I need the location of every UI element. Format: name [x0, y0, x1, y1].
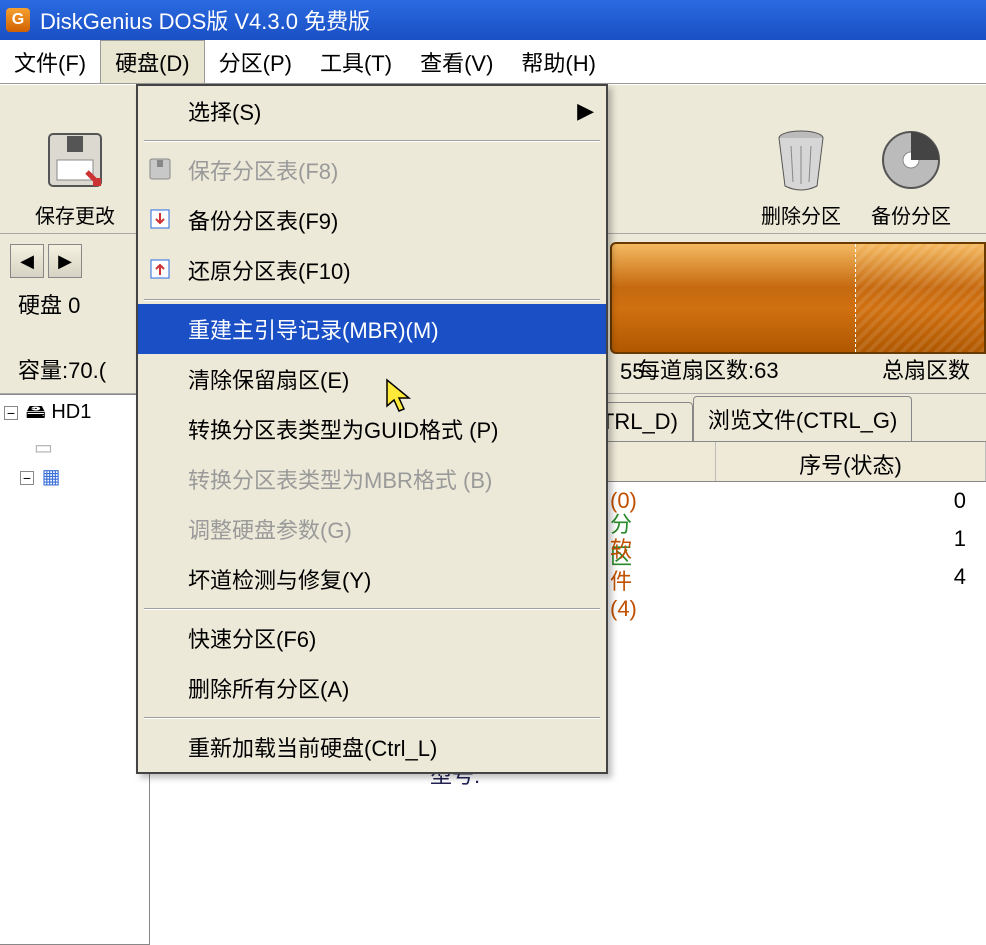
tool-delete-partition[interactable]: 删除分区: [746, 89, 856, 229]
menu-disk[interactable]: 硬盘(D): [100, 40, 205, 83]
menu-rebuild-mbr[interactable]: 重建主引导记录(MBR)(M): [138, 304, 606, 354]
capacity-label: 容量:70.(: [18, 353, 106, 385]
tab-browse-files[interactable]: 浏览文件(CTRL_G): [693, 396, 912, 441]
menu-backup-partition-table[interactable]: 备份分区表(F9): [138, 195, 606, 245]
menu-reload[interactable]: 重新加载当前硬盘(Ctrl_L): [138, 722, 606, 772]
menu-file[interactable]: 文件(F): [0, 40, 100, 83]
menubar: 文件(F) 硬盘(D) 分区(P) 工具(T) 查看(V) 帮助(H): [0, 40, 986, 84]
restore-icon: [148, 257, 174, 283]
menu-select-label: 选择(S): [188, 95, 261, 127]
tool-backup-partition[interactable]: 备份分区: [856, 89, 966, 229]
disk-patterned: [856, 244, 984, 352]
tree-collapse-icon[interactable]: −: [20, 471, 34, 485]
menu-label: 重新加载当前硬盘(Ctrl_L): [188, 731, 437, 763]
tree-collapse-icon[interactable]: −: [4, 406, 18, 420]
disk-menu-dropdown: 选择(S) ▶ 保存分区表(F8) 备份分区表(F9) 还原分区表(F10) 重…: [136, 84, 608, 774]
menu-label: 还原分区表(F10): [188, 254, 351, 286]
menu-separator: [144, 717, 600, 718]
menu-restore-partition-table[interactable]: 还原分区表(F10): [138, 245, 606, 295]
menu-label: 快速分区(F6): [188, 622, 316, 654]
menu-bad-track[interactable]: 坏道检测与修复(Y): [138, 554, 606, 604]
trash-icon: [766, 120, 836, 200]
menu-label: 删除所有分区(A): [188, 672, 349, 704]
app-icon: G: [6, 8, 30, 32]
menu-label: 调整硬盘参数(G): [188, 513, 352, 545]
menu-save-partition-table: 保存分区表(F8): [138, 145, 606, 195]
menu-help[interactable]: 帮助(H): [507, 40, 610, 83]
menu-label: 坏道检测与修复(Y): [188, 563, 371, 595]
menu-quick-partition[interactable]: 快速分区(F6): [138, 613, 606, 663]
tool-save[interactable]: 保存更改: [20, 89, 130, 229]
menu-delete-all[interactable]: 删除所有分区(A): [138, 663, 606, 713]
menu-label: 转换分区表类型为GUID格式 (P): [188, 413, 498, 445]
menu-label: 备份分区表(F9): [188, 204, 338, 236]
tree-child-2[interactable]: − ▦: [0, 462, 149, 491]
menu-select[interactable]: 选择(S) ▶: [138, 86, 606, 136]
menu-separator: [144, 299, 600, 300]
submenu-arrow-icon: ▶: [577, 98, 594, 124]
tree-root-row[interactable]: − 🖴 HD1: [0, 395, 149, 433]
tree-root-label: HD1: [51, 401, 91, 423]
menu-label: 转换分区表类型为MBR格式 (B): [188, 463, 492, 495]
menu-separator: [144, 140, 600, 141]
partition-icon: ▦: [42, 466, 61, 488]
menu-label: 清除保留扇区(E): [188, 363, 349, 395]
menu-tool[interactable]: 工具(T): [306, 40, 406, 83]
disk-visual[interactable]: [610, 242, 986, 354]
tool-backup-partition-label: 备份分区: [871, 200, 951, 229]
menu-view[interactable]: 查看(V): [406, 40, 507, 83]
menu-label: 保存分区表(F8): [188, 154, 338, 186]
cursor-icon: [385, 378, 413, 420]
menu-convert-mbr: 转换分区表类型为MBR格式 (B): [138, 454, 606, 504]
col-seq[interactable]: 序号(状态): [716, 442, 986, 481]
menu-label: 重建主引导记录(MBR)(M): [188, 313, 439, 345]
save-icon: [40, 120, 110, 200]
tool-save-label: 保存更改: [35, 200, 115, 229]
disc-icon: [876, 120, 946, 200]
tree-child-1[interactable]: ▭: [0, 433, 149, 462]
disk-label: 硬盘 0: [18, 288, 80, 320]
drive-icon: ▭: [34, 437, 53, 459]
chevron-left-icon: ◀: [20, 251, 34, 272]
spt-label: 每道扇区数:63: [638, 353, 779, 385]
total-sectors-label: 总扇区数: [882, 353, 970, 385]
chevron-right-icon: ▶: [58, 251, 72, 272]
menu-clear-reserved[interactable]: 清除保留扇区(E): [138, 354, 606, 404]
menu-partition[interactable]: 分区(P): [205, 40, 306, 83]
hdd-icon: 🖴: [26, 401, 46, 423]
nav-prev[interactable]: ◀: [10, 244, 44, 278]
menu-convert-guid[interactable]: 转换分区表类型为GUID格式 (P): [138, 404, 606, 454]
titlebar: G DiskGenius DOS版 V4.3.0 免费版: [0, 0, 986, 40]
save-small-icon: [148, 157, 174, 183]
menu-adjust-params: 调整硬盘参数(G): [138, 504, 606, 554]
window-title: DiskGenius DOS版 V4.3.0 免费版: [40, 4, 370, 36]
tree-pane[interactable]: − 🖴 HD1 ▭ − ▦: [0, 394, 150, 945]
backup-icon: [148, 207, 174, 233]
menu-separator: [144, 608, 600, 609]
nav-next[interactable]: ▶: [48, 244, 82, 278]
tool-delete-partition-label: 删除分区: [761, 200, 841, 229]
